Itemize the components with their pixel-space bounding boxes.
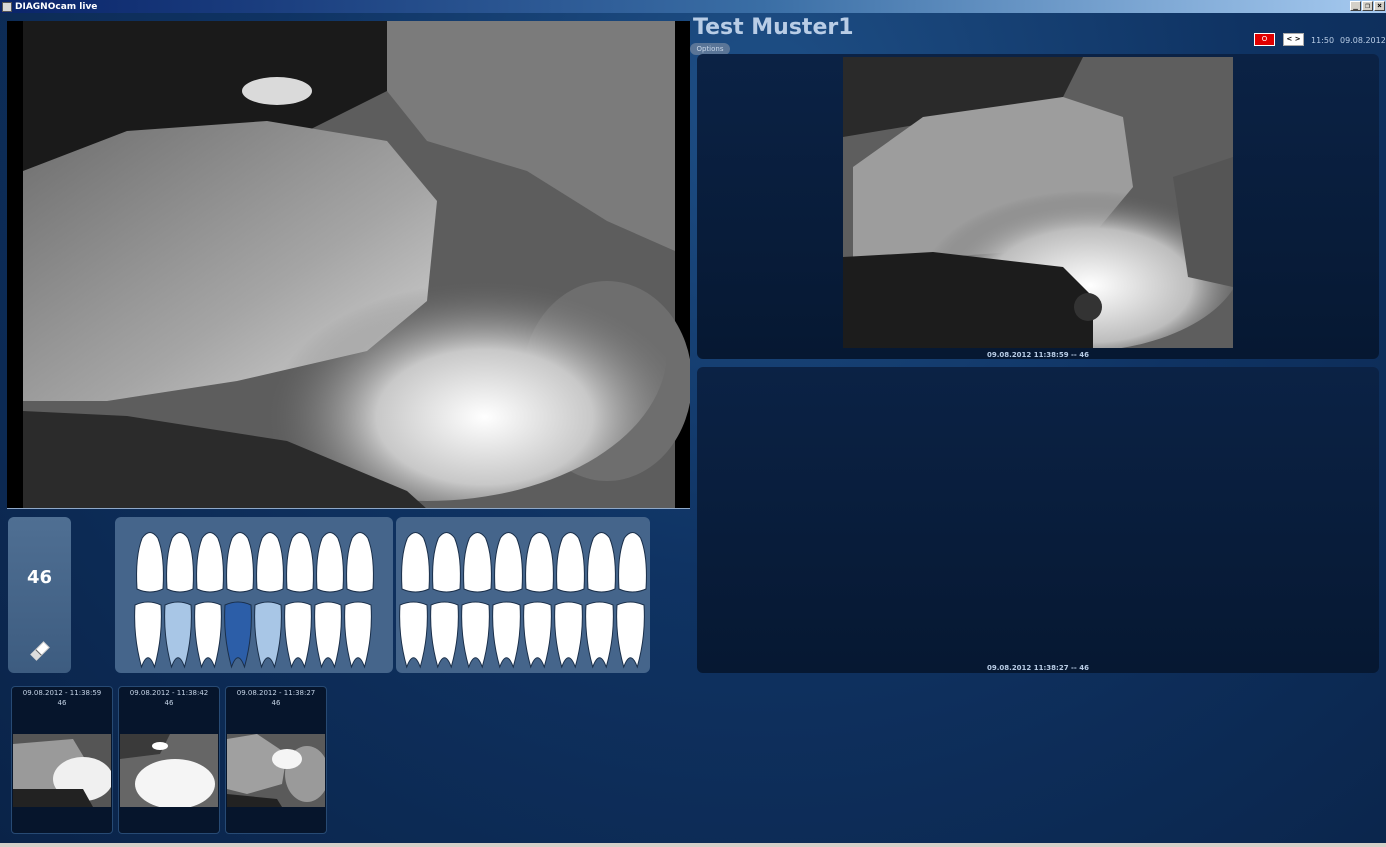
upper-tooth[interactable] bbox=[587, 532, 616, 593]
dental-chart-left-teeth bbox=[134, 532, 374, 669]
upper-tooth[interactable] bbox=[401, 532, 430, 593]
lower-tooth[interactable] bbox=[430, 601, 459, 669]
live-camera-view[interactable] bbox=[7, 21, 690, 509]
thumbnail-1[interactable]: 09.08.2012 - 11:38:59 46 bbox=[11, 686, 113, 834]
patient-name: Test Muster1 bbox=[693, 15, 854, 40]
dental-chart-right-teeth bbox=[399, 532, 647, 669]
upper-tooth[interactable] bbox=[256, 532, 284, 593]
thumbnail-tooth: 46 bbox=[271, 699, 281, 707]
lower-tooth[interactable] bbox=[194, 601, 222, 669]
upper-tooth[interactable] bbox=[166, 532, 194, 593]
compare-button[interactable]: < > bbox=[1283, 33, 1304, 46]
thumbnail-date: 09.08.2012 - 11:38:27 bbox=[236, 689, 316, 697]
capture-panel-top[interactable]: 09.08.2012 11:38:59 -- 46 bbox=[697, 54, 1379, 359]
selected-tooth-card[interactable]: 46 bbox=[8, 517, 71, 673]
thumbnail-image bbox=[120, 734, 218, 807]
thumbnail-tooth: 46 bbox=[164, 699, 174, 707]
selected-tooth-number: 46 bbox=[26, 567, 53, 588]
capture-image-top bbox=[843, 57, 1233, 348]
app-icon bbox=[2, 1, 12, 12]
upper-tooth[interactable] bbox=[286, 532, 314, 593]
window-title: DIAGNOcam live bbox=[15, 1, 98, 12]
capture-panel-bottom[interactable]: 09.08.2012 11:38:27 -- 46 bbox=[697, 367, 1379, 673]
upper-tooth[interactable] bbox=[618, 532, 647, 593]
lower-tooth[interactable] bbox=[585, 601, 614, 669]
upper-tooth[interactable] bbox=[525, 532, 554, 593]
upper-tooth[interactable] bbox=[226, 532, 254, 593]
eraser-icon[interactable] bbox=[28, 639, 52, 663]
lower-tooth[interactable] bbox=[554, 601, 583, 669]
thumbnail-date: 09.08.2012 - 11:38:59 bbox=[22, 689, 102, 697]
upper-tooth[interactable] bbox=[463, 532, 492, 593]
lower-tooth[interactable] bbox=[399, 601, 428, 669]
record-button[interactable]: O bbox=[1254, 33, 1275, 46]
lower-tooth[interactable] bbox=[314, 601, 342, 669]
upper-tooth[interactable] bbox=[494, 532, 523, 593]
lower-tooth[interactable] bbox=[164, 601, 192, 669]
upper-tooth[interactable] bbox=[432, 532, 461, 593]
selected-tooth-46[interactable] bbox=[224, 601, 252, 669]
capture-caption-top: 09.08.2012 11:38:59 -- 46 bbox=[987, 351, 1089, 359]
bottom-border bbox=[0, 843, 1386, 847]
lower-tooth[interactable] bbox=[344, 601, 372, 669]
upper-tooth[interactable] bbox=[556, 532, 585, 593]
thumbnail-image bbox=[13, 734, 111, 807]
lower-tooth[interactable] bbox=[134, 601, 162, 669]
thumbnail-2[interactable]: 09.08.2012 - 11:38:42 46 bbox=[118, 686, 220, 834]
lower-tooth[interactable] bbox=[616, 601, 645, 669]
window-titlebar: DIAGNOcam live _ ❐ × bbox=[0, 0, 1386, 13]
close-button[interactable]: × bbox=[1374, 1, 1385, 11]
thumbnail-date: 09.08.2012 - 11:38:42 bbox=[129, 689, 209, 697]
capture-caption-bottom: 09.08.2012 11:38:27 -- 46 bbox=[987, 664, 1089, 672]
upper-tooth[interactable] bbox=[316, 532, 344, 593]
clock-date: 09.08.2012 bbox=[1340, 36, 1386, 45]
dental-chart-left bbox=[115, 517, 393, 673]
dental-chart-right bbox=[396, 517, 650, 673]
restore-button[interactable]: ❐ bbox=[1362, 1, 1373, 11]
minimize-button[interactable]: _ bbox=[1350, 1, 1361, 11]
upper-tooth[interactable] bbox=[346, 532, 374, 593]
live-camera-image bbox=[7, 21, 690, 508]
lower-tooth[interactable] bbox=[461, 601, 490, 669]
clock-time: 11:50 bbox=[1311, 36, 1335, 45]
thumbnail-3[interactable]: 09.08.2012 - 11:38:27 46 bbox=[225, 686, 327, 834]
window-controls: _ ❐ × bbox=[1350, 1, 1385, 11]
lower-tooth[interactable] bbox=[523, 601, 552, 669]
upper-tooth[interactable] bbox=[136, 532, 164, 593]
upper-tooth[interactable] bbox=[196, 532, 224, 593]
thumbnail-tooth: 46 bbox=[57, 699, 67, 707]
lower-tooth[interactable] bbox=[254, 601, 282, 669]
lower-tooth[interactable] bbox=[284, 601, 312, 669]
lower-tooth[interactable] bbox=[492, 601, 521, 669]
thumbnail-image bbox=[227, 734, 325, 807]
